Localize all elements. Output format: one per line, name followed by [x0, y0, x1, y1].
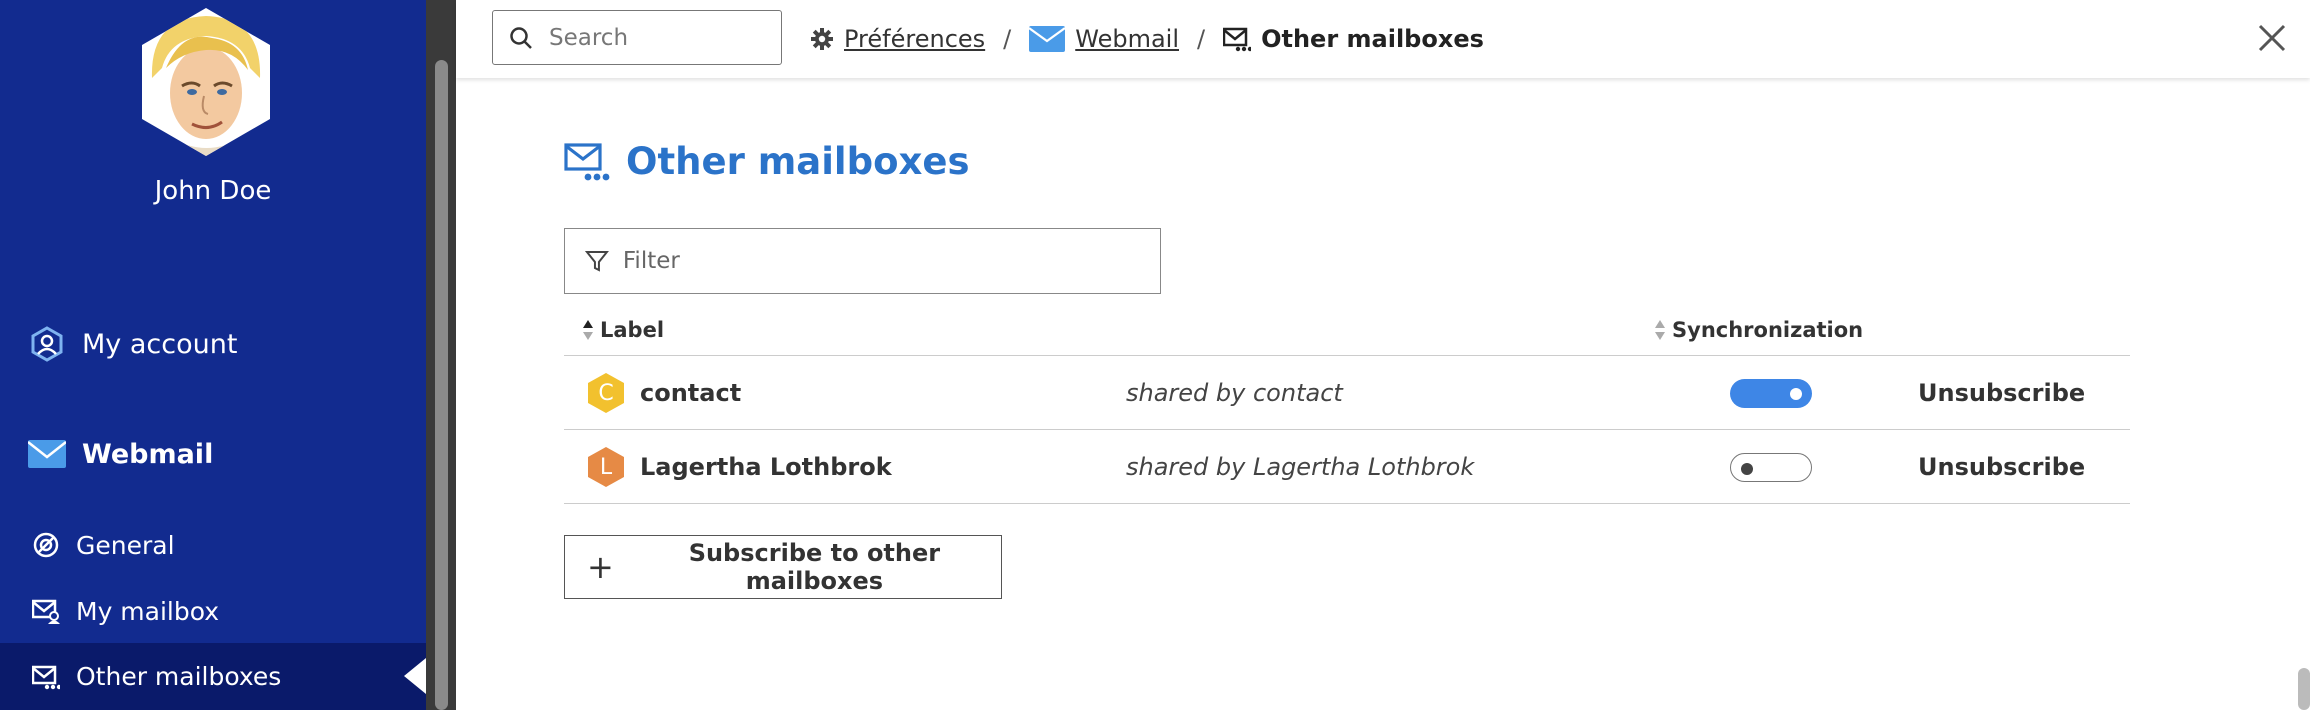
scrollbar-thumb[interactable]	[435, 60, 448, 710]
sidebar-item-webmail[interactable]: Webmail	[0, 428, 426, 480]
shared-by-cell: shared by contact	[1126, 356, 1343, 430]
sidebar-item-label: My account	[82, 328, 238, 360]
sidebar-item-other-mailboxes[interactable]: Other mailboxes	[0, 643, 426, 710]
sidebar-item-label: Other mailboxes	[76, 662, 282, 691]
sidebar-item-my-account[interactable]: My account	[0, 318, 426, 370]
main-scrollbar[interactable]	[2298, 668, 2310, 710]
filter-icon	[585, 251, 609, 272]
breadcrumb-webmail[interactable]: Webmail	[1029, 25, 1179, 53]
sidebar-item-label: Webmail	[82, 438, 214, 470]
shared-by-text: shared by contact	[1126, 379, 1343, 407]
my-account-icon	[28, 325, 66, 363]
close-button[interactable]	[2254, 20, 2290, 56]
close-icon	[2258, 24, 2286, 52]
sidebar-item-label: General	[76, 530, 175, 560]
subscribe-to-other-mailboxes-button[interactable]: + Subscribe to other mailboxes	[564, 535, 1002, 599]
my-mailbox-icon	[32, 597, 60, 625]
sync-toggle[interactable]	[1730, 378, 1812, 408]
envelope-icon	[28, 439, 66, 469]
sync-toggle[interactable]	[1730, 452, 1812, 482]
mailbox-name: Lagertha Lothbrok	[640, 453, 892, 481]
page-title-text: Other mailboxes	[626, 140, 970, 183]
main-content: Other mailboxes Label Synchronization C …	[456, 78, 2310, 710]
mailboxes-table: Label Synchronization C contact shared b…	[564, 304, 2130, 504]
plus-icon: +	[587, 548, 614, 586]
column-header-text: Synchronization	[1672, 318, 1864, 342]
breadcrumb-separator: /	[1197, 25, 1206, 53]
top-bar: Préférences / Webmail / Other mailboxes	[456, 0, 2310, 78]
mailbox-badge: C	[588, 373, 624, 413]
action-cell: Unsubscribe	[1918, 430, 2085, 504]
table-row[interactable]: C contact shared by contact Unsubscribe	[564, 356, 2130, 430]
filter-box[interactable]	[564, 228, 1161, 294]
shared-by-cell: shared by Lagertha Lothbrok	[1126, 430, 1474, 504]
action-cell: Unsubscribe	[1918, 356, 2085, 430]
user-name: John Doe	[154, 176, 272, 206]
sidebar-item-my-mailbox[interactable]: My mailbox	[0, 588, 426, 634]
sync-cell	[1730, 356, 1812, 430]
mailbox-name: contact	[640, 379, 742, 407]
sort-icon	[583, 320, 593, 340]
breadcrumb-separator: /	[1003, 25, 1012, 53]
mailbox-cell: L Lagertha Lothbrok	[588, 430, 892, 504]
filter-input[interactable]	[622, 248, 1160, 274]
column-header-text: Label	[600, 318, 665, 342]
shared-by-text: shared by Lagertha Lothbrok	[1126, 453, 1475, 481]
envelope-icon	[1029, 26, 1066, 52]
subscribe-button-label: Subscribe to other mailboxes	[688, 539, 941, 595]
search-box[interactable]	[492, 10, 782, 65]
unsubscribe-button[interactable]: Unsubscribe	[1918, 379, 2085, 407]
toggle-knob	[1741, 462, 1753, 475]
sidebar: John Doe My account Webmail General My m…	[0, 0, 426, 710]
unsubscribe-button[interactable]: Unsubscribe	[1918, 453, 2085, 481]
column-header-label[interactable]: Label	[582, 304, 664, 356]
breadcrumb-current-label: Other mailboxes	[1261, 25, 1484, 53]
column-header-synchronization[interactable]: Synchronization	[1654, 304, 1863, 356]
active-indicator	[404, 658, 426, 694]
mailbox-badge: L	[588, 447, 624, 487]
toggle-knob	[1790, 387, 1802, 400]
breadcrumb-current: Other mailboxes	[1223, 25, 1484, 53]
sidebar-scrollbar[interactable]	[426, 0, 456, 710]
gear-icon	[810, 27, 834, 51]
other-mailboxes-icon	[1223, 26, 1252, 52]
search-input[interactable]	[549, 24, 769, 51]
sort-icon	[1655, 320, 1665, 340]
sidebar-item-general[interactable]: General	[0, 522, 426, 568]
breadcrumb: Préférences / Webmail / Other mailboxes	[810, 0, 1484, 78]
table-header: Label Synchronization	[564, 304, 2130, 356]
mailbox-cell: C contact	[588, 356, 741, 430]
table-row[interactable]: L Lagertha Lothbrok shared by Lagertha L…	[564, 430, 2130, 504]
search-icon	[510, 26, 532, 49]
page-title: Other mailboxes	[564, 140, 969, 183]
other-mailboxes-icon	[564, 142, 610, 182]
other-mailboxes-icon	[32, 663, 60, 691]
breadcrumb-link[interactable]: Préférences	[844, 25, 985, 53]
breadcrumb-preferences[interactable]: Préférences	[810, 25, 985, 53]
sync-cell	[1730, 430, 1812, 504]
avatar[interactable]	[142, 8, 270, 156]
breadcrumb-link[interactable]: Webmail	[1075, 25, 1179, 53]
general-icon	[32, 531, 60, 559]
sidebar-item-label: My mailbox	[76, 596, 220, 626]
